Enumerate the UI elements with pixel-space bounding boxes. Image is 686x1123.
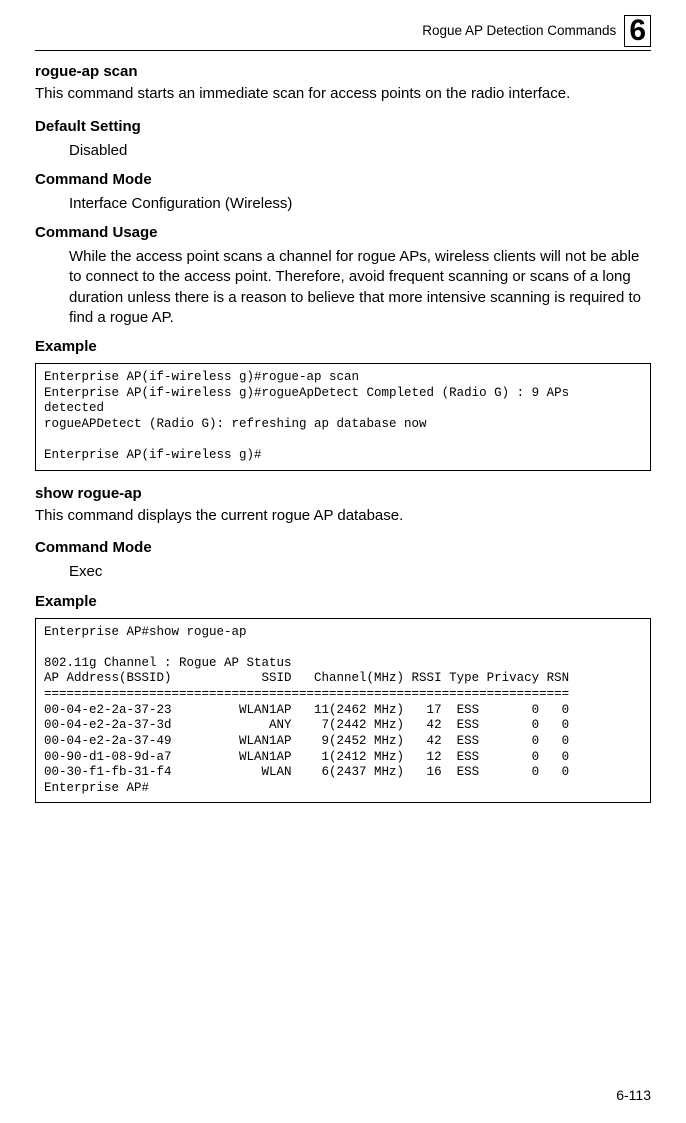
default-setting-label: Default Setting	[35, 118, 651, 135]
default-setting-value: Disabled	[69, 141, 651, 161]
command-mode-value-2: Exec	[69, 562, 651, 582]
header-divider	[35, 50, 651, 51]
command-mode-value: Interface Configuration (Wireless)	[69, 194, 651, 214]
page-header: Rogue AP Detection Commands 6	[35, 15, 651, 47]
example-label-2: Example	[35, 593, 651, 610]
command-usage-value: While the access point scans a channel f…	[69, 247, 651, 328]
command-desc: This command starts an immediate scan fo…	[35, 84, 651, 104]
example-code-block-2: Enterprise AP#show rogue-ap 802.11g Chan…	[35, 618, 651, 804]
command-desc-2: This command displays the current rogue …	[35, 506, 651, 526]
page-content: Rogue AP Detection Commands 6 rogue-ap s…	[0, 0, 686, 837]
page-number: 6-113	[616, 1087, 651, 1103]
command-mode-label-2: Command Mode	[35, 539, 651, 556]
example-label: Example	[35, 338, 651, 355]
command-mode-label: Command Mode	[35, 171, 651, 188]
chapter-number: 6	[624, 15, 651, 47]
command-title-show-rogue-ap: show rogue-ap	[35, 485, 651, 502]
header-title: Rogue AP Detection Commands	[422, 15, 616, 38]
command-title-rogue-ap-scan: rogue-ap scan	[35, 63, 651, 80]
command-usage-label: Command Usage	[35, 224, 651, 241]
example-code-block-1: Enterprise AP(if-wireless g)#rogue-ap sc…	[35, 363, 651, 471]
